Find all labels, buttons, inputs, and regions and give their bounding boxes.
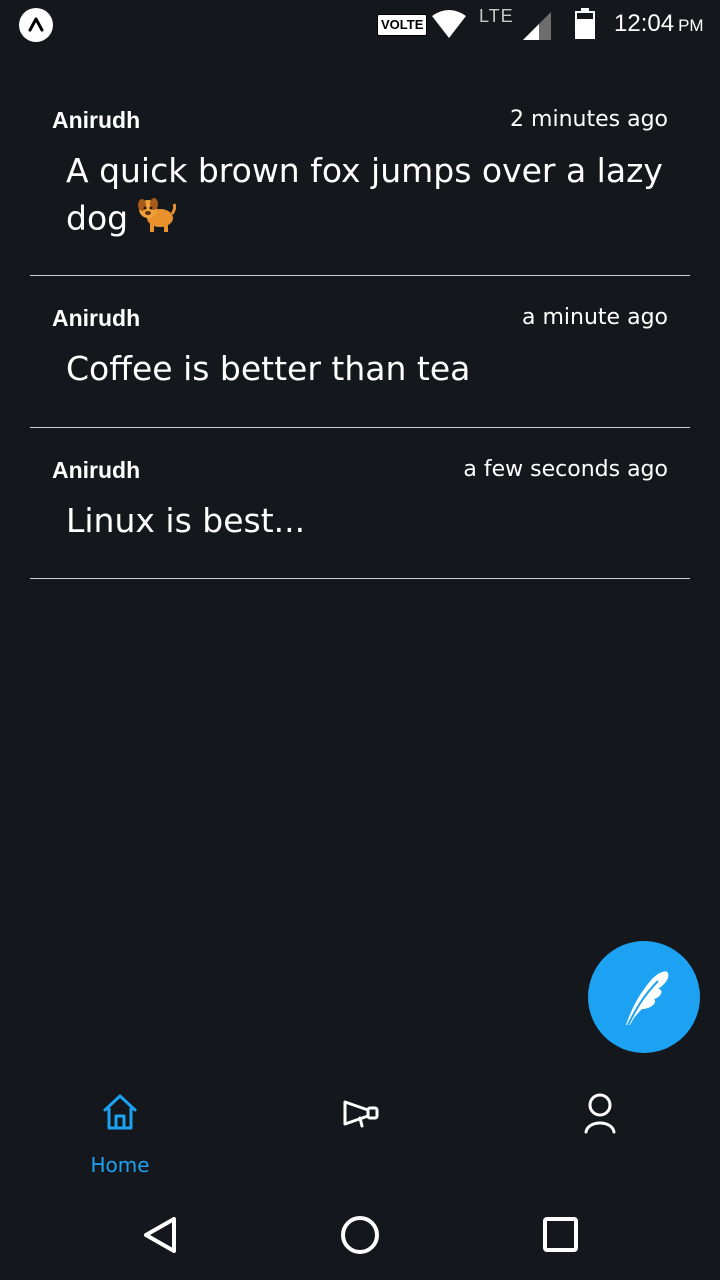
post-item[interactable]: Anirudh a minute ago Coffee is better th… bbox=[30, 276, 690, 428]
nav-profile[interactable] bbox=[540, 1090, 660, 1180]
post-author: Anirudh bbox=[52, 457, 141, 483]
app-logo-icon bbox=[19, 8, 53, 42]
wifi-icon bbox=[432, 10, 466, 38]
system-navigation bbox=[0, 1190, 720, 1280]
nav-home[interactable]: Home bbox=[60, 1090, 180, 1180]
post-author: Anirudh bbox=[52, 305, 141, 331]
post-text: Coffee is better than tea bbox=[66, 349, 471, 388]
post-time: a few seconds ago bbox=[463, 457, 668, 482]
home-icon bbox=[103, 1094, 137, 1130]
post-author: Anirudh bbox=[52, 107, 141, 133]
post-item[interactable]: Anirudh a few seconds ago Linux is best.… bbox=[30, 428, 690, 579]
recents-icon[interactable] bbox=[535, 1210, 585, 1260]
home-circle-icon[interactable] bbox=[335, 1210, 385, 1260]
back-icon[interactable] bbox=[136, 1210, 186, 1260]
app-screen: VOLTE LTE 12:04 PM Anirudh 2 minutes ago … bbox=[0, 0, 720, 1280]
status-bar: VOLTE LTE 12:04 PM bbox=[0, 0, 720, 50]
bottom-navigation: Home bbox=[0, 1080, 720, 1180]
status-clock: 12:04 PM bbox=[614, 10, 704, 38]
post-item[interactable]: Anirudh 2 minutes ago A quick brown fox … bbox=[30, 100, 690, 276]
post-time: 2 minutes ago bbox=[510, 107, 668, 132]
battery-icon bbox=[575, 8, 595, 39]
dog-icon bbox=[136, 194, 177, 246]
volte-badge: VOLTE bbox=[377, 14, 428, 36]
nav-home-label: Home bbox=[90, 1153, 150, 1177]
signal-icon bbox=[523, 12, 551, 40]
nav-announcements[interactable] bbox=[300, 1090, 420, 1180]
megaphone-icon bbox=[343, 1100, 379, 1128]
clock-ampm: PM bbox=[678, 16, 704, 35]
post-text: Linux is best... bbox=[66, 501, 306, 540]
compose-button[interactable] bbox=[588, 941, 700, 1053]
feather-icon bbox=[626, 971, 669, 1026]
clock-time: 12:04 bbox=[614, 10, 675, 37]
network-type: LTE bbox=[479, 6, 514, 26]
post-text: A quick brown fox jumps over a lazy dog bbox=[66, 148, 666, 246]
post-time: a minute ago bbox=[522, 305, 668, 330]
user-icon bbox=[584, 1093, 616, 1134]
